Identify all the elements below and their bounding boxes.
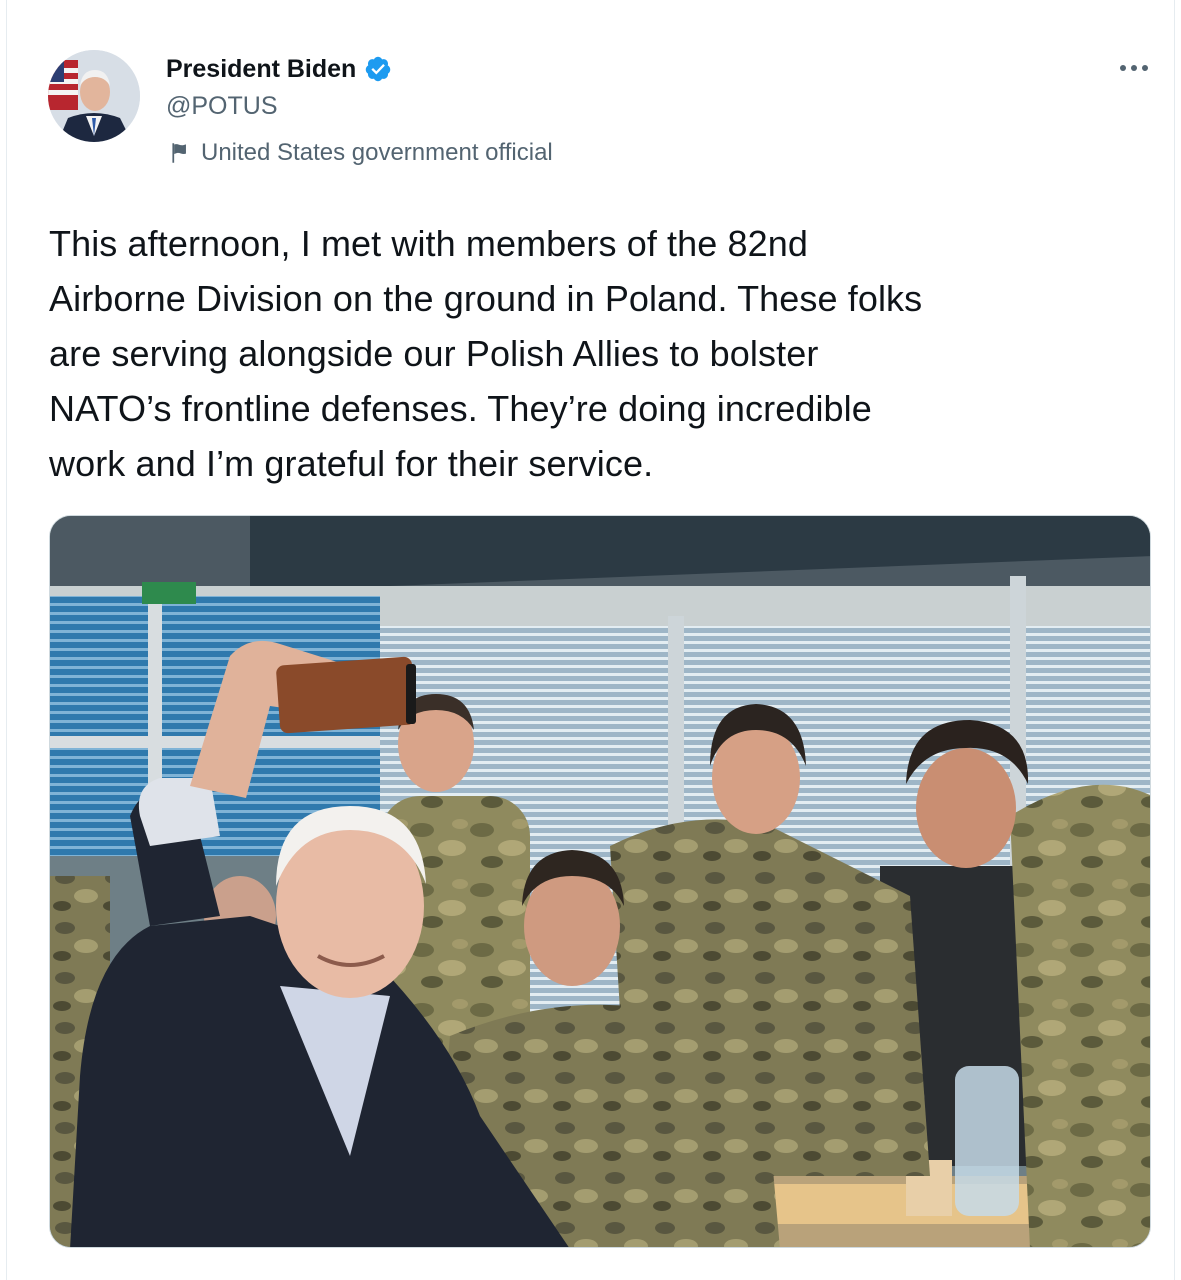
avatar-photo [48, 50, 140, 142]
author-handle[interactable]: @POTUS [166, 92, 278, 121]
tweet-photo[interactable] [49, 515, 1151, 1248]
selfie-photo-illustration [50, 516, 1150, 1247]
author-avatar[interactable] [48, 50, 140, 142]
tweet-card: President Biden @POTUS United States gov… [6, 0, 1175, 1280]
affiliation-text: United States government official [201, 139, 553, 166]
avatar-flag-graphic [48, 60, 78, 110]
more-options-icon [1120, 65, 1148, 71]
affiliation-label: United States government official [167, 139, 553, 167]
more-options-button[interactable] [1109, 50, 1159, 86]
author-display-name[interactable]: President Biden [166, 55, 356, 84]
tweet-text: This afternoon, I met with members of th… [49, 223, 923, 484]
flag-icon [172, 143, 186, 163]
verified-badge-icon [366, 56, 391, 82]
